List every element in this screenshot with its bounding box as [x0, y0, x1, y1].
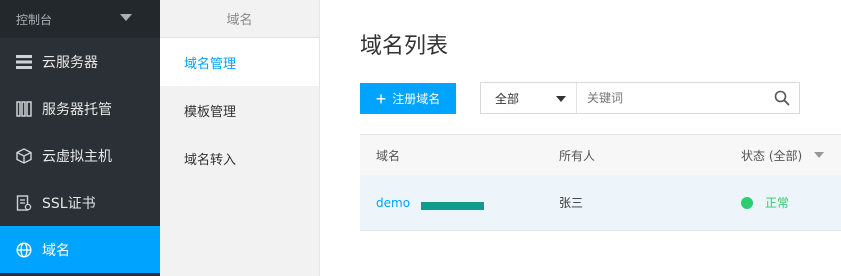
domain-link[interactable]: demo [376, 196, 410, 210]
page-title: 域名列表 [360, 34, 449, 59]
sidebar-item-hosting[interactable]: 服务器托管 [0, 85, 160, 132]
console-label: 控制台 [16, 12, 53, 27]
left-sidebar: 控制台 云服务器 服务器托管 云虚拟主机 SSL证书 域名 [0, 0, 160, 276]
sidebar-item-label: 云服务器 [42, 54, 98, 71]
rack-icon [15, 100, 33, 118]
sidebar-item-cloud-server[interactable]: 云服务器 [0, 38, 160, 85]
certificate-icon [15, 194, 33, 212]
plus-icon: + [375, 88, 387, 109]
server-list-icon [15, 53, 33, 71]
status-cell: 正常 [725, 194, 841, 211]
sidebar-item-ssl[interactable]: SSL证书 [0, 179, 160, 226]
column-header-owner: 所有人 [559, 148, 596, 163]
table-header: 域名 所有人 状态 (全部) [360, 134, 841, 175]
main-content: 域名列表 + 注册域名 全部 域名 所有人 状态 (全部) demo [320, 0, 841, 276]
column-header-status[interactable]: 状态 (全部) [725, 147, 841, 164]
sidebar-item-virtual-host[interactable]: 云虚拟主机 [0, 132, 160, 179]
sidebar-item-label: 域名 [42, 242, 70, 259]
domain-table: 域名 所有人 状态 (全部) demo 张三 正常 [360, 134, 841, 231]
register-domain-button[interactable]: + 注册域名 [360, 83, 456, 114]
triangle-down-icon [814, 152, 825, 158]
search-icon[interactable] [765, 83, 799, 113]
status-dot-icon [741, 196, 753, 209]
submenu-item-domain-management[interactable]: 域名管理 [160, 38, 319, 86]
secondary-menu: 域名 域名管理 模板管理 域名转入 [160, 0, 320, 276]
column-header-domain: 域名 [376, 148, 401, 163]
sidebar-item-label: SSL证书 [42, 195, 96, 212]
search-bar: 全部 [480, 82, 800, 114]
scope-select[interactable]: 全部 [481, 83, 577, 113]
sidebar-item-domain[interactable]: 域名 [0, 226, 160, 273]
owner-cell: 张三 [559, 196, 584, 210]
table-row: demo 张三 正常 [360, 175, 841, 231]
submenu-title: 域名 [160, 0, 319, 38]
caret-down-icon [120, 14, 132, 21]
console-dropdown[interactable]: 控制台 [0, 0, 160, 38]
domain-cell: demo [360, 196, 543, 210]
cube-icon [15, 147, 33, 165]
keyword-input[interactable] [577, 83, 765, 113]
register-domain-label: 注册域名 [392, 92, 441, 106]
scope-select-value: 全部 [495, 91, 520, 106]
triangle-down-icon [556, 96, 566, 102]
redaction-bar [421, 201, 484, 210]
status-header-label: 状态 (全部) [741, 148, 803, 163]
status-badge: 正常 [765, 196, 790, 210]
submenu-item-template-management[interactable]: 模板管理 [160, 86, 319, 134]
sidebar-item-label: 云虚拟主机 [42, 148, 112, 165]
submenu-item-domain-transfer[interactable]: 域名转入 [160, 134, 319, 182]
globe-icon [15, 241, 33, 259]
sidebar-item-label: 服务器托管 [42, 101, 112, 118]
